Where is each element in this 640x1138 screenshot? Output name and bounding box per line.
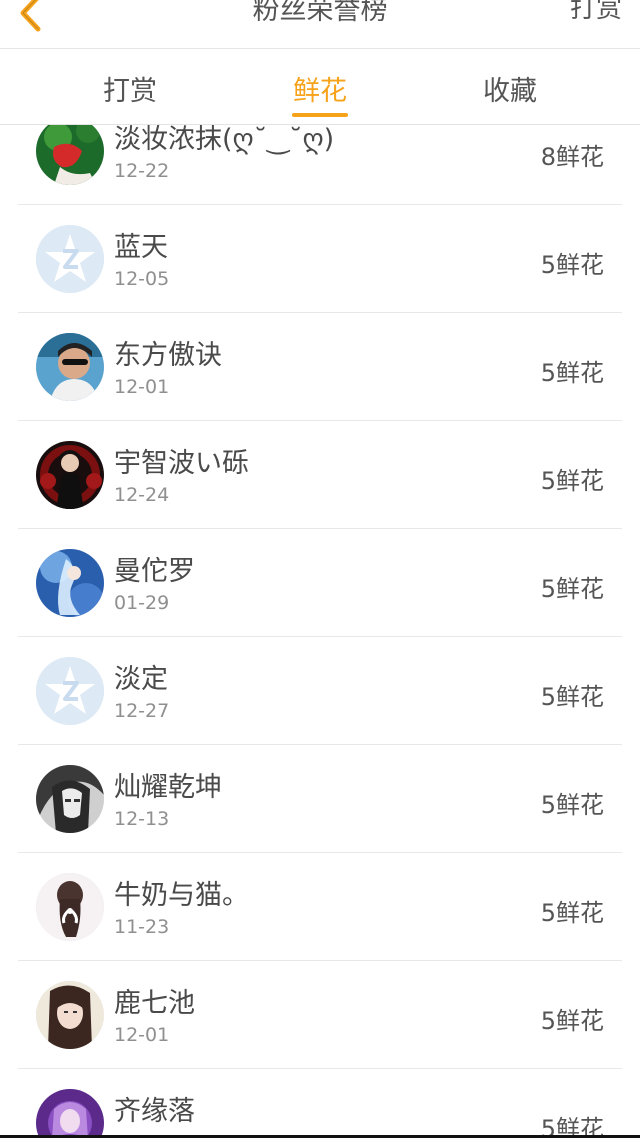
tab-label: 鲜花: [293, 76, 347, 107]
list-item[interactable]: 齐缘落 5鲜花: [0, 1069, 640, 1138]
avatar: [36, 981, 104, 1049]
list-item[interactable]: 蓝天 12-05 5鲜花: [0, 205, 640, 313]
fan-name: 灿耀乾坤: [114, 772, 222, 803]
list-item[interactable]: 宇智波い砾 12-24 5鲜花: [0, 421, 640, 529]
page-title: 粉丝荣誉榜: [252, 0, 388, 26]
fan-date: 12-22: [114, 160, 170, 182]
list-item[interactable]: 淡定 12-27 5鲜花: [0, 637, 640, 745]
fan-name: 宇智波い砾: [114, 448, 249, 479]
fan-name: 齐缘落: [114, 1096, 195, 1127]
flower-count: 5鲜花: [540, 791, 604, 819]
list-item[interactable]: 牛奶与猫。 11-23 5鲜花: [0, 853, 640, 961]
avatar: [36, 125, 104, 185]
fan-date: 12-05: [114, 268, 170, 290]
fan-date: 12-01: [114, 1024, 170, 1046]
fan-name: 淡定: [114, 664, 168, 695]
top-bar: 粉丝荣誉榜 打赏: [0, 0, 640, 49]
fan-name: 东方傲诀: [114, 340, 222, 371]
list-item[interactable]: 东方傲诀 12-01 5鲜花: [0, 313, 640, 421]
flower-count: 8鲜花: [540, 143, 604, 171]
flower-count: 5鲜花: [540, 251, 604, 279]
tab-indicator: [292, 113, 348, 117]
tab-favorites[interactable]: 收藏: [430, 49, 590, 124]
fan-date: 11-23: [114, 916, 170, 938]
fan-name: 牛奶与猫。: [114, 880, 249, 911]
fan-list[interactable]: 淡妆浓抹(ღ˘‿˘ღ) 12-22 8鲜花 蓝天 12-05 5鲜花 东方傲诀 …: [0, 125, 640, 1138]
tab-label: 收藏: [483, 76, 537, 107]
default-avatar-icon: [36, 225, 104, 293]
avatar: [36, 549, 104, 617]
fan-name: 蓝天: [114, 232, 168, 263]
default-avatar-icon: [36, 657, 104, 725]
flower-count: 5鲜花: [540, 1007, 604, 1035]
flower-count: 5鲜花: [540, 467, 604, 495]
fan-date: 12-01: [114, 376, 170, 398]
fan-name: 鹿七池: [114, 988, 195, 1019]
fan-date: 12-13: [114, 808, 170, 830]
fan-name: 曼佗罗: [114, 556, 195, 587]
flower-count: 5鲜花: [540, 359, 604, 387]
fan-date: 01-29: [114, 592, 170, 614]
list-item[interactable]: 鹿七池 12-01 5鲜花: [0, 961, 640, 1069]
fan-date: 12-27: [114, 700, 170, 722]
flower-count: 5鲜花: [540, 683, 604, 711]
fan-date: 12-24: [114, 484, 170, 506]
fan-name: 淡妆浓抹(ღ˘‿˘ღ): [114, 125, 335, 155]
avatar: [36, 441, 104, 509]
flower-count: 5鲜花: [540, 1115, 604, 1138]
tab-label: 打赏: [103, 76, 157, 107]
avatar: [36, 333, 104, 401]
avatar: [36, 765, 104, 833]
flower-count: 5鲜花: [540, 899, 604, 927]
tab-flowers[interactable]: 鲜花: [240, 49, 400, 124]
list-item[interactable]: 曼佗罗 01-29 5鲜花: [0, 529, 640, 637]
tab-bar: 打赏 鲜花 收藏: [0, 49, 640, 125]
tab-reward[interactable]: 打赏: [50, 49, 210, 124]
avatar: [36, 1089, 104, 1138]
list-item[interactable]: 淡妆浓抹(ღ˘‿˘ღ) 12-22 8鲜花: [0, 125, 640, 205]
reward-button[interactable]: 打赏: [570, 0, 622, 25]
list-item[interactable]: 灿耀乾坤 12-13 5鲜花: [0, 745, 640, 853]
flower-count: 5鲜花: [540, 575, 604, 603]
avatar: [36, 873, 104, 941]
